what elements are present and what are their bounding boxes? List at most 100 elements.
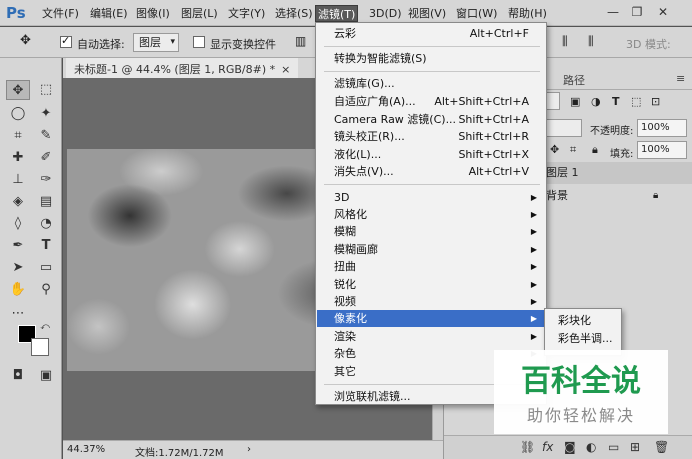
menu-item-sharpen[interactable]: 锐化 ▶ bbox=[317, 276, 545, 293]
align-top-icon[interactable]: ▥ bbox=[295, 34, 306, 48]
lock-all-icon[interactable]: 🔒︎ bbox=[592, 143, 598, 157]
close-button[interactable]: ✕ bbox=[654, 3, 672, 21]
pen-tool-icon[interactable]: ✒ bbox=[6, 236, 30, 256]
submenu-item-color-halftone[interactable]: 彩色半调... bbox=[558, 330, 613, 346]
shape-filter-icon[interactable]: ⬚ bbox=[631, 95, 641, 108]
menu-item-blur[interactable]: 模糊 ▶ bbox=[317, 223, 545, 240]
trash-icon[interactable]: 🗑︎ bbox=[654, 440, 669, 454]
panel-menu-icon[interactable]: ≡ bbox=[676, 72, 685, 85]
menu-select[interactable]: 选择(S) bbox=[273, 5, 315, 22]
3d-mode-label: 3D 模式: bbox=[626, 38, 671, 51]
photoshop-logo: Ps bbox=[6, 4, 26, 22]
restore-button[interactable]: ❐ bbox=[628, 3, 646, 21]
blend-mode-dropdown[interactable] bbox=[544, 119, 582, 137]
healing-brush-icon[interactable]: ✚ bbox=[6, 148, 30, 168]
more-tools-icon[interactable]: ⋯ bbox=[6, 304, 30, 324]
lock-icon: 🔒︎ bbox=[653, 190, 659, 201]
adjust-filter-icon[interactable]: ◑ bbox=[591, 95, 601, 108]
submenu-item-facet[interactable]: 彩块化 bbox=[558, 312, 591, 328]
menu-item-3d[interactable]: 3D ▶ bbox=[317, 189, 545, 206]
layer-name: 图层 1 bbox=[546, 166, 579, 179]
move-tool-icon[interactable]: ✥ bbox=[6, 80, 30, 100]
menu-item-lens-correction[interactable]: 镜头校正(R)... Shift+Ctrl+R bbox=[317, 128, 545, 145]
eyedropper-icon[interactable]: ✎ bbox=[34, 126, 58, 146]
menu-item-liquify[interactable]: 液化(L)... Shift+Ctrl+X bbox=[317, 146, 545, 163]
doc-info: 文档:1.72M/1.72M bbox=[135, 448, 224, 459]
eraser-tool-icon[interactable]: ◈ bbox=[6, 192, 30, 212]
menu-file[interactable]: 文件(F) bbox=[40, 5, 81, 22]
menu-image[interactable]: 图像(I) bbox=[134, 5, 172, 22]
layer-name: 背景 bbox=[546, 189, 568, 202]
menu-filter[interactable]: 滤镜(T) bbox=[315, 5, 359, 22]
clone-stamp-icon[interactable]: ⊥ bbox=[6, 170, 30, 190]
path-select-icon[interactable]: ➤ bbox=[6, 258, 30, 278]
new-layer-icon[interactable]: ⊞ bbox=[630, 440, 640, 454]
fill-label: 填充: bbox=[610, 149, 634, 160]
mask-icon[interactable]: ◙ bbox=[564, 440, 576, 454]
menu-item-convert-smart[interactable]: 转换为智能滤镜(S) bbox=[317, 50, 545, 67]
dodge-tool-icon[interactable]: ◔ bbox=[34, 214, 58, 234]
menu-3d[interactable]: 3D(D) bbox=[367, 5, 404, 22]
minimize-button[interactable]: — bbox=[604, 3, 622, 21]
menu-item-blur-gallery[interactable]: 模糊画廊 ▶ bbox=[317, 241, 545, 258]
magic-wand-icon[interactable]: ✦ bbox=[34, 104, 58, 124]
menu-item-stylize[interactable]: 风格化 ▶ bbox=[317, 206, 545, 223]
brush-tool-icon[interactable]: ✐ bbox=[34, 148, 58, 168]
image-filter-icon[interactable]: ▣ bbox=[570, 95, 580, 108]
zoom-tool-icon[interactable]: ⚲ bbox=[34, 280, 58, 300]
type-tool-icon[interactable]: T bbox=[34, 236, 58, 256]
tab-paths[interactable]: 路径 bbox=[563, 72, 585, 88]
show-transform-checkbox[interactable] bbox=[193, 36, 205, 48]
menu-item-filter-gallery[interactable]: 滤镜库(G)... bbox=[317, 75, 545, 92]
adjust-icon[interactable]: ◐ bbox=[586, 440, 596, 454]
menu-item-render[interactable]: 渲染 ▶ bbox=[317, 328, 545, 345]
folder-icon[interactable]: ▭ bbox=[608, 440, 619, 454]
chevron-down-icon: ▾ bbox=[170, 37, 175, 47]
auto-select-value: 图层 bbox=[139, 36, 161, 49]
menu-window[interactable]: 窗口(W) bbox=[454, 5, 499, 22]
menu-item-vanishing-point[interactable]: 消失点(V)... Alt+Ctrl+V bbox=[317, 163, 545, 180]
lasso-tool-icon[interactable]: ◯ bbox=[6, 104, 30, 124]
zoom-readout[interactable]: 44.37% bbox=[67, 444, 105, 455]
fx-icon[interactable]: fx bbox=[542, 440, 553, 454]
quick-mask-icon[interactable]: ◘ bbox=[6, 366, 30, 386]
move-tool-icon[interactable]: ✥ bbox=[20, 33, 31, 48]
rectangle-tool-icon[interactable]: ▭ bbox=[34, 258, 58, 278]
lock-artboard-icon[interactable]: ⌗ bbox=[570, 143, 576, 157]
crop-tool-icon[interactable]: ⌗ bbox=[6, 126, 30, 146]
marquee-tool-icon[interactable]: ⬚ bbox=[34, 80, 58, 100]
hand-tool-icon[interactable]: ✋ bbox=[6, 280, 30, 300]
menu-layer[interactable]: 图层(L) bbox=[179, 5, 220, 22]
blur-tool-icon[interactable]: ◊ bbox=[6, 214, 30, 234]
type-filter-icon[interactable]: T bbox=[612, 95, 620, 108]
menu-item-camera-raw[interactable]: Camera Raw 滤镜(C)... Shift+Ctrl+A bbox=[317, 111, 545, 128]
menu-view[interactable]: 视图(V) bbox=[406, 5, 448, 22]
auto-select-dropdown[interactable]: 图层 ▾ bbox=[133, 33, 179, 52]
swap-colors-icon[interactable]: ⤺ bbox=[38, 320, 52, 334]
document-tab[interactable]: 未标题-1 @ 44.4% (图层 1, RGB/8#) * × bbox=[66, 58, 299, 78]
distribute-icon[interactable]: ⫼ bbox=[562, 34, 568, 49]
menu-item-adaptive-wide-angle[interactable]: 自适应广角(A)... Alt+Shift+Ctrl+A bbox=[317, 93, 545, 110]
opacity-input[interactable]: 100% bbox=[637, 119, 687, 137]
distribute-h-icon[interactable]: ⫼ bbox=[588, 34, 594, 49]
close-tab-icon[interactable]: × bbox=[281, 63, 290, 76]
smart-filter-icon[interactable]: ⊡ bbox=[651, 95, 660, 108]
history-brush-icon[interactable]: ✑ bbox=[34, 170, 58, 190]
menu-type[interactable]: 文字(Y) bbox=[226, 5, 267, 22]
menu-item-distort[interactable]: 扭曲 ▶ bbox=[317, 258, 545, 275]
lock-pixels-icon[interactable]: ✥ bbox=[550, 143, 559, 156]
screen-mode-icon[interactable]: ▣ bbox=[34, 366, 58, 386]
menu-edit[interactable]: 编辑(E) bbox=[88, 5, 130, 22]
menu-help[interactable]: 帮助(H) bbox=[506, 5, 549, 22]
layers-panel-footer: ⛓ fx ◙ ◐ ▭ ⊞ 🗑︎ bbox=[444, 435, 692, 459]
menu-item-clouds[interactable]: 云彩 Alt+Ctrl+F bbox=[317, 25, 545, 42]
show-transform-label: 显示变换控件 bbox=[210, 38, 276, 51]
status-arrow-icon[interactable]: › bbox=[247, 444, 251, 455]
menu-item-video[interactable]: 视频 ▶ bbox=[317, 293, 545, 310]
menu-item-pixelate[interactable]: 像素化 ▶ bbox=[317, 310, 545, 327]
auto-select-checkbox[interactable] bbox=[60, 34, 72, 48]
gradient-tool-icon[interactable]: ▤ bbox=[34, 192, 58, 212]
fill-input[interactable]: 100% bbox=[637, 141, 687, 159]
background-color-swatch[interactable] bbox=[31, 338, 49, 356]
link-icon[interactable]: ⛓ bbox=[520, 440, 535, 454]
